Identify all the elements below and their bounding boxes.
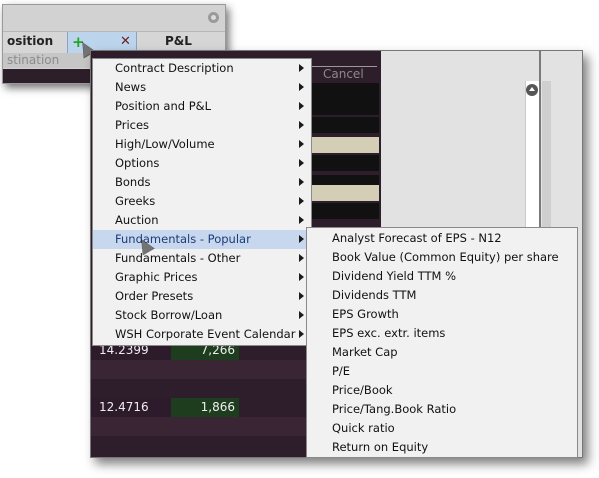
submenu-item-dividend-yield[interactable]: Dividend Yield TTM %: [307, 267, 577, 286]
menu-item-graphic-prices[interactable]: Graphic Prices: [93, 268, 311, 287]
submenu-item-return-on-equity[interactable]: Return on Equity: [307, 438, 577, 457]
grid-row: [311, 203, 379, 219]
cancel-button[interactable]: Cancel: [323, 67, 364, 81]
panel-close-icon[interactable]: [208, 12, 219, 23]
submenu-arrow-icon: [299, 178, 304, 186]
submenu-arrow-icon: [299, 254, 304, 262]
submenu-arrow-icon: [299, 292, 304, 300]
submenu-arrow-icon: [299, 311, 304, 319]
submenu-item-eps-growth[interactable]: EPS Growth: [307, 305, 577, 324]
menu-item-label: Prices: [115, 118, 150, 132]
submenu-item-analyst-forecast-eps[interactable]: Analyst Forecast of EPS - N12: [307, 229, 577, 248]
pnl-column-header[interactable]: P&L: [165, 34, 192, 48]
submenu-item-label: Dividends TTM: [332, 288, 417, 302]
menu-item-label: Bonds: [115, 175, 151, 189]
table-row[interactable]: [91, 436, 311, 455]
submenu-item-label: P/E: [332, 364, 351, 378]
submenu-arrow-icon: [299, 216, 304, 224]
menu-item-order-presets[interactable]: Order Presets: [93, 287, 311, 306]
menu-item-label: Contract Description: [115, 61, 234, 75]
submenu-item-book-value[interactable]: Book Value (Common Equity) per share: [307, 248, 577, 267]
fundamentals-popular-submenu: Analyst Forecast of EPS - N12 Book Value…: [306, 227, 578, 458]
submenu-item-market-cap[interactable]: Market Cap: [307, 343, 577, 362]
grid-row: [311, 117, 379, 133]
submenu-item-price-tang-book[interactable]: Price/Tang.Book Ratio: [307, 400, 577, 419]
menu-item-label: Stock Borrow/Loan: [115, 308, 223, 322]
submenu-item-label: EPS exc. extr. items: [332, 326, 446, 340]
table-row[interactable]: [91, 360, 311, 379]
menu-item-fundamentals-other[interactable]: Fundamentals - Other: [93, 249, 311, 268]
menu-item-options[interactable]: Options: [93, 154, 311, 173]
submenu-item-pe[interactable]: P/E: [307, 362, 577, 381]
destination-label: stination: [7, 53, 60, 67]
submenu-arrow-icon: [299, 83, 304, 91]
submenu-arrow-icon: [299, 121, 304, 129]
menu-item-prices[interactable]: Prices: [93, 116, 311, 135]
menu-item-label: News: [115, 80, 147, 94]
submenu-item-label: Price/Tang.Book Ratio: [332, 402, 457, 416]
submenu-arrow-icon: [299, 102, 304, 110]
submenu-item-label: Market Cap: [332, 345, 398, 359]
menu-item-auction[interactable]: Auction: [93, 211, 311, 230]
grid-row: [311, 137, 379, 153]
grid-row: [311, 185, 379, 201]
submenu-item-label: Book Value (Common Equity) per share: [332, 250, 559, 264]
submenu-item-label: EPS Growth: [332, 307, 399, 321]
menu-item-wsh-corporate-event-calendar[interactable]: WSH Corporate Event Calendar: [93, 325, 311, 344]
menu-item-label: Options: [115, 156, 160, 170]
menu-item-label: Auction: [115, 213, 159, 227]
menu-item-stock-borrow-loan[interactable]: Stock Borrow/Loan: [93, 306, 311, 325]
menu-item-position-and-pnl[interactable]: Position and P&L: [93, 97, 311, 116]
submenu-arrow-icon: [299, 159, 304, 167]
submenu-item-label: Return on Equity: [332, 440, 429, 454]
submenu-arrow-icon: [299, 64, 304, 72]
menu-item-bonds[interactable]: Bonds: [93, 173, 311, 192]
menu-item-label: Fundamentals - Other: [115, 251, 241, 265]
submenu-item-label: Dividend Yield TTM %: [332, 269, 457, 283]
qty-value: 1,866: [200, 400, 235, 414]
remove-column-icon[interactable]: ✕: [120, 34, 131, 49]
submenu-item-dividends-ttm[interactable]: Dividends TTM: [307, 286, 577, 305]
submenu-arrow-icon: [299, 197, 304, 205]
submenu-arrow-icon: [299, 235, 304, 243]
menu-item-label: Greeks: [115, 194, 156, 208]
menu-item-contract-description[interactable]: Contract Description: [93, 59, 311, 78]
menu-item-label: Position and P&L: [115, 99, 212, 113]
table-row[interactable]: 12.4716 1,866: [91, 398, 311, 417]
grid-row: [311, 99, 379, 115]
submenu-arrow-icon: [299, 273, 304, 281]
menu-item-label: Graphic Prices: [115, 270, 198, 284]
menu-item-greeks[interactable]: Greeks: [93, 192, 311, 211]
table-row[interactable]: [91, 417, 311, 436]
menu-item-label: WSH Corporate Event Calendar: [115, 327, 296, 341]
menu-item-label: Order Presets: [115, 289, 194, 303]
submenu-arrow-icon: [299, 330, 304, 338]
submenu-arrow-icon: [299, 140, 304, 148]
menu-item-fundamentals-popular[interactable]: Fundamentals - Popular: [93, 230, 311, 249]
submenu-item-quick-ratio[interactable]: Quick ratio: [307, 419, 577, 438]
column-context-menu: Contract Description News Position and P…: [92, 58, 312, 346]
submenu-item-eps-exc-extr[interactable]: EPS exc. extr. items: [307, 324, 577, 343]
scroll-up-icon[interactable]: [526, 84, 538, 96]
menu-item-news[interactable]: News: [93, 78, 311, 97]
grid-row: [311, 155, 379, 171]
submenu-item-label: Analyst Forecast of EPS - N12: [332, 231, 502, 245]
submenu-item-label: Quick ratio: [332, 421, 395, 435]
position-column-header[interactable]: osition: [7, 34, 53, 48]
price-value: 12.4716: [99, 400, 149, 414]
grid-row: [311, 83, 379, 99]
submenu-item-price-book[interactable]: Price/Book: [307, 381, 577, 400]
menu-item-high-low-volume[interactable]: High/Low/Volume: [93, 135, 311, 154]
menu-item-label: High/Low/Volume: [115, 137, 215, 151]
qty-cell: 1,866: [171, 398, 239, 417]
submenu-item-label: Price/Book: [332, 383, 393, 397]
table-row[interactable]: [91, 379, 311, 398]
